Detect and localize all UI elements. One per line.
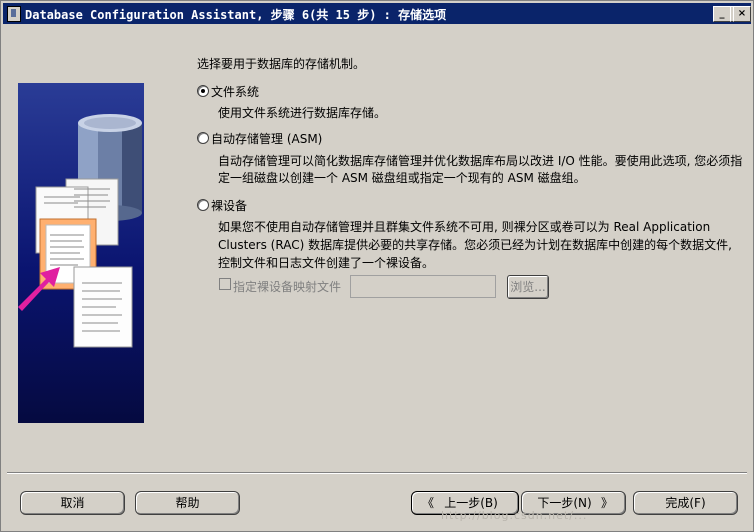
cancel-button[interactable]: 取消 <box>20 491 125 515</box>
storage-illustration <box>18 114 142 348</box>
option-asm-label[interactable]: 自动存储管理 (ASM) <box>211 130 322 147</box>
finish-button[interactable]: 完成(F) <box>633 491 738 515</box>
minimize-button[interactable]: _ <box>713 6 731 22</box>
raw-mapping-checkbox[interactable] <box>219 278 231 290</box>
option-file-system-label[interactable]: 文件系统 <box>211 83 259 100</box>
document-stack-icon <box>35 178 133 348</box>
radio-raw-devices[interactable] <box>197 199 209 211</box>
back-arrow-icon: 《 <box>422 496 435 510</box>
dialog-window: Database Configuration Assistant, 步骤 6(共… <box>0 0 754 532</box>
option-raw-desc-line1: 如果您不使用自动存储管理并且群集文件系统不可用, 则裸分区或卷可以为 Real … <box>218 220 711 234</box>
radio-file-system[interactable] <box>197 85 209 97</box>
forward-arrow-icon: 》 <box>600 496 613 510</box>
instruction-text: 选择要用于数据库的存储机制。 <box>197 57 366 71</box>
option-raw-desc-line2: Clusters (RAC) 数据库提供必要的共享存储。您必须已经为计划在数据库… <box>218 238 732 252</box>
close-button[interactable]: × <box>733 6 751 22</box>
option-file-system-desc: 使用文件系统进行数据库存储。 <box>218 106 387 120</box>
option-asm-desc-line1: 自动存储管理可以简化数据库存储管理并优化数据库布局以改进 I/O 性能。要使用此… <box>218 154 743 168</box>
help-button[interactable]: 帮助 <box>135 491 240 515</box>
watermark: http://blog.csdn.net/... <box>441 509 588 522</box>
title-bar[interactable]: Database Configuration Assistant, 步骤 6(共… <box>3 3 751 24</box>
raw-mapping-label: 指定裸设备映射文件 <box>233 280 342 294</box>
option-raw-label[interactable]: 裸设备 <box>211 197 247 214</box>
radio-asm[interactable] <box>197 132 209 144</box>
back-button-label: 上一步(B) <box>444 496 498 510</box>
option-raw-desc-line3: 控制文件和日志文件创建了一个裸设备。 <box>218 256 435 270</box>
option-asm-desc-line2: 定一组磁盘以创建一个 ASM 磁盘组或指定一个现有的 ASM 磁盘组。 <box>218 171 586 185</box>
next-button-label: 下一步(N) <box>537 496 592 510</box>
window-title: Database Configuration Assistant, 步骤 6(共… <box>25 8 447 22</box>
raw-mapping-file-input[interactable] <box>350 275 496 298</box>
footer-separator <box>7 472 747 474</box>
browse-button[interactable]: 浏览... <box>507 275 549 299</box>
app-icon <box>7 6 21 22</box>
illustration-panel <box>18 83 144 423</box>
